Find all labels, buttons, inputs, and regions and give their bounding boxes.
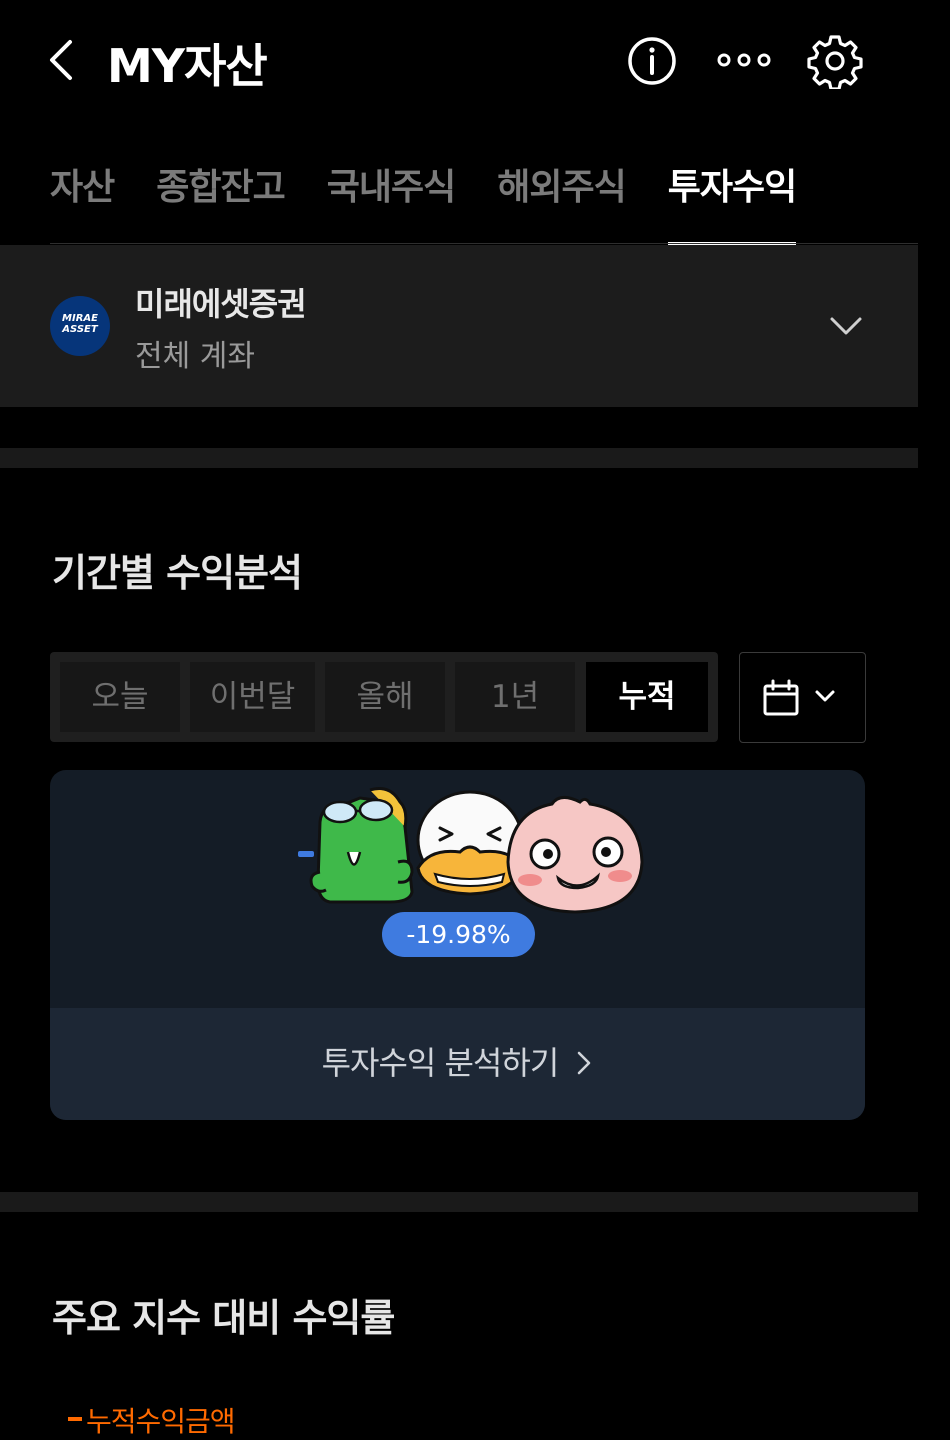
tab-balance[interactable]: 종합잔고: [156, 158, 285, 244]
period-selector: 오늘 이번달 올해 1년 누적: [50, 652, 718, 742]
page-title: MY자산: [107, 39, 268, 93]
period-cumulative[interactable]: 누적: [586, 662, 708, 732]
chevron-down-icon: [815, 690, 835, 702]
section-divider: [0, 1192, 918, 1212]
tab-bar: 자산 종합잔고 국내주식 해외주식 투자수익: [50, 158, 838, 248]
broker-logo: MIRAE ASSET: [50, 296, 110, 356]
tab-domestic-stocks[interactable]: 국내주식: [327, 158, 456, 244]
index-compare-title: 주요 지수 대비 수익률: [52, 1296, 395, 1340]
analyze-returns-button[interactable]: 투자수익 분석하기: [50, 1008, 865, 1120]
return-rate-badge: -19.98%: [382, 912, 535, 957]
gear-icon: [807, 35, 863, 91]
tab-investment-returns[interactable]: 투자수익: [667, 158, 797, 248]
tab-divider: [50, 243, 918, 244]
period-this-month[interactable]: 이번달: [190, 662, 315, 732]
account-selector[interactable]: MIRAE ASSET 미래에셋증권 전체 계좌: [0, 245, 918, 407]
period-today[interactable]: 오늘: [60, 662, 180, 732]
back-button[interactable]: [40, 34, 88, 86]
legend-label: 누적수익금액: [86, 1405, 236, 1438]
return-summary-card: -19.98% 투자수익 분석하기: [50, 770, 865, 1120]
account-name: 미래에셋증권: [135, 285, 307, 323]
info-icon: [628, 37, 676, 85]
tab-overseas-stocks[interactable]: 해외주식: [497, 158, 626, 244]
period-this-year[interactable]: 올해: [325, 662, 445, 732]
calendar-icon: [763, 679, 799, 716]
account-subtitle: 전체 계좌: [135, 339, 255, 374]
chevron-left-icon: [50, 40, 72, 80]
chevron-down-icon: [830, 317, 862, 335]
character-illustration: [298, 787, 644, 914]
legend-swatch: [68, 1417, 82, 1421]
chevron-right-icon: [578, 1051, 591, 1075]
tab-assets[interactable]: 자산: [50, 158, 115, 244]
settings-button[interactable]: [807, 33, 863, 91]
more-dots-icon: [717, 53, 771, 67]
period-one-year[interactable]: 1년: [455, 662, 575, 732]
analyze-returns-label: 투자수익 분석하기: [321, 1044, 560, 1082]
info-button[interactable]: [624, 33, 680, 89]
period-analysis-title: 기간별 수익분석: [52, 551, 303, 595]
more-button[interactable]: [716, 33, 772, 89]
section-divider: [0, 448, 918, 468]
date-picker-button[interactable]: [739, 652, 866, 743]
